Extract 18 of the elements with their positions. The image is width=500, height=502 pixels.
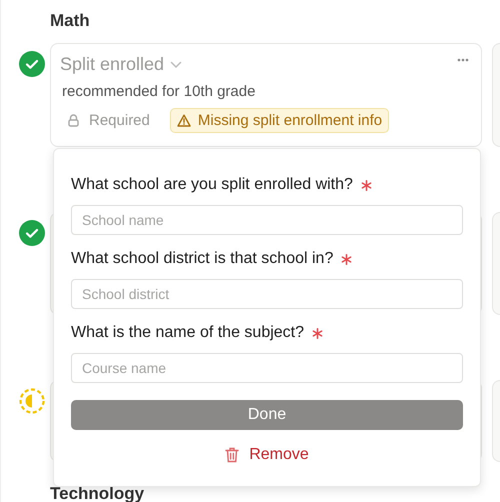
warning-badge: Missing split enrollment info (170, 108, 390, 133)
remove-button[interactable]: Remove (249, 446, 309, 464)
lock-icon (68, 114, 79, 127)
question-label: What school are you split enrolled with? (71, 176, 353, 194)
question-label: What school district is that school in? (71, 250, 334, 268)
course-title: Split enrolled (60, 54, 164, 75)
more-icon[interactable] (457, 58, 469, 62)
input-field[interactable]: School district (71, 279, 463, 309)
question-label: What is the name of the subject? (71, 324, 304, 342)
input-field[interactable]: Course name (71, 353, 463, 383)
trash-icon[interactable] (225, 447, 240, 463)
chevron-down-icon[interactable] (170, 60, 182, 68)
done-button[interactable]: Done (71, 400, 463, 430)
warning-icon (176, 114, 191, 127)
input-field[interactable]: School name (71, 205, 463, 235)
course-note: recommended for 10th grade (62, 83, 256, 100)
requirement-label: Required (89, 112, 150, 129)
section-heading: Math (50, 10, 91, 32)
